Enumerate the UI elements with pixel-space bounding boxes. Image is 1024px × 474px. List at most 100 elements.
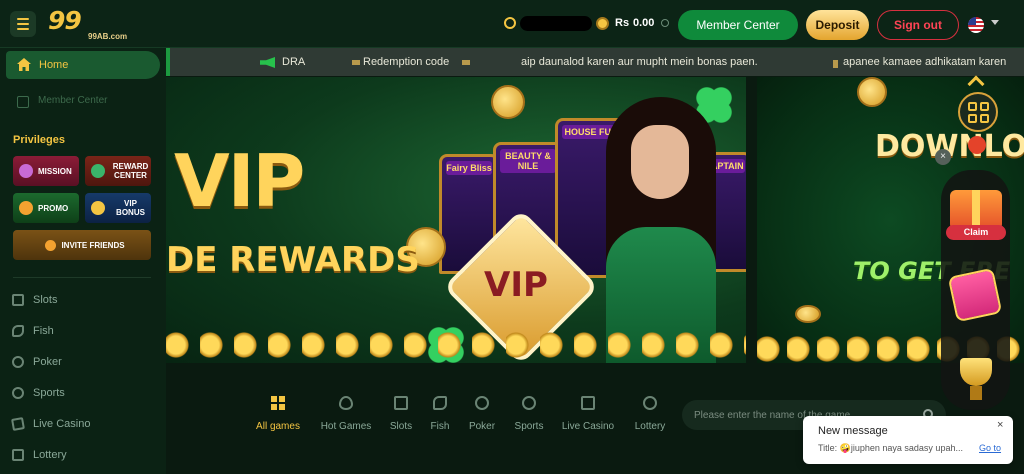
model-face (631, 125, 689, 199)
vip-rewards-banner[interactable]: Fairy Bliss BEAUTY & NILE HOUSE FUN CAPT… (166, 77, 746, 363)
sidebar-item-label: Slots (33, 294, 58, 306)
coin-icon (596, 17, 609, 30)
masked-username (520, 16, 592, 31)
coin-decoration (491, 85, 525, 119)
ticket-icon (833, 60, 838, 68)
lottery-icon (643, 396, 657, 410)
user-icon[interactable] (504, 17, 516, 29)
sidebar-item-label: Sports (33, 387, 65, 399)
site-logo[interactable]: 99 99AB.com (48, 6, 138, 44)
banner-title: VIP (174, 139, 305, 223)
toast-go-to-link[interactable]: Go to (979, 443, 1001, 453)
close-icon[interactable]: × (997, 419, 1003, 431)
member-center-button[interactable]: Member Center (678, 10, 798, 40)
game-category-tabs: All games Hot Games Slots Fish Poker Spo… (250, 392, 680, 442)
poker-chip-icon (12, 356, 24, 368)
us-flag-icon[interactable] (968, 17, 984, 33)
poker-chip-icon (475, 396, 489, 410)
ticker-item: aip daunalod karen aur mupht mein bonas … (521, 56, 758, 68)
soccer-ball-icon (12, 387, 24, 399)
ticket-icon (352, 60, 360, 65)
vip-badge-text: VIP (484, 265, 548, 305)
speaker-icon (260, 57, 275, 68)
promo-button[interactable]: PROMO (13, 193, 79, 223)
mission-label: MISSION (38, 166, 72, 176)
announcement-ticker[interactable]: DRA Redemption code aip daunalod karen a… (166, 48, 1024, 76)
ticket-icon (462, 60, 470, 65)
sidebar-item-lottery[interactable]: Lottery (12, 447, 152, 465)
home-icon (17, 58, 31, 71)
sidebar-item-slots[interactable]: Slots (12, 292, 152, 310)
mission-button[interactable]: MISSION (13, 156, 79, 186)
tab-slots[interactable]: Slots (386, 392, 416, 436)
privileges-heading: Privileges (13, 134, 65, 146)
tab-all-games[interactable]: All games (250, 392, 306, 436)
chevron-down-icon[interactable] (968, 136, 986, 154)
tab-lottery[interactable]: Lottery (628, 392, 672, 436)
sidebar-item-sports[interactable]: Sports (12, 385, 152, 403)
tab-hot-games[interactable]: Hot Games (316, 392, 376, 436)
tab-label: Slots (389, 421, 413, 432)
mission-icon (19, 164, 33, 178)
vip-bonus-label: VIP BONUS (116, 199, 145, 217)
sidebar-item-label: Poker (33, 356, 62, 368)
ticker-accent (166, 48, 170, 76)
ticker-item: DRA (282, 56, 306, 68)
close-icon[interactable]: × (935, 149, 951, 165)
reward-box-icon (91, 164, 105, 178)
reward-center-button[interactable]: REWARD CENTER (85, 156, 151, 186)
lucky-card-icon[interactable] (947, 267, 1003, 323)
sidebar-item-poker[interactable]: Poker (12, 354, 152, 372)
member-icon (17, 96, 29, 108)
coin-decoration (857, 77, 887, 107)
sidebar-item-fish[interactable]: Fish (12, 323, 152, 341)
sign-out-button[interactable]: Sign out (877, 10, 959, 40)
top-header: 99 99AB.com Rs 0.00 Member Center Deposi… (0, 0, 1024, 48)
banner-subtitle: DE REWARDS (166, 240, 420, 280)
vip-bonus-button[interactable]: VIP BONUS (85, 193, 151, 223)
toast-title: New message (818, 425, 888, 437)
new-message-toast[interactable]: New message Title: 🤪jiuphen naya sadasy … (803, 416, 1013, 464)
tab-live-casino[interactable]: Live Casino (558, 392, 618, 436)
fish-icon (433, 396, 447, 410)
refresh-balance-icon[interactable] (661, 19, 669, 27)
balance-amount: 0.00 (633, 17, 655, 29)
sidebar-item-member-center[interactable]: Member Center (17, 95, 147, 109)
grid-icon (271, 396, 285, 410)
hamburger-menu-icon[interactable] (10, 11, 36, 37)
sidebar-item-label: Fish (33, 325, 54, 337)
slot-machine-label: Fairy Bliss (446, 161, 492, 175)
sidebar-item-home[interactable]: Home (6, 51, 160, 79)
balance-currency: Rs (615, 17, 630, 29)
tab-sports[interactable]: Sports (510, 392, 548, 436)
invite-friends-button[interactable]: INVITE FRIENDS (13, 230, 151, 260)
gift-box-icon[interactable] (950, 190, 1002, 230)
tab-label: Poker (468, 421, 496, 432)
sidebar: Home Member Center Privileges MISSION RE… (0, 48, 166, 474)
ticker-item: Redemption code (363, 56, 450, 68)
sidebar-item-label: Home (39, 59, 69, 71)
apps-grid-icon[interactable] (958, 92, 998, 132)
flame-icon (339, 396, 353, 410)
sidebar-divider (13, 277, 151, 278)
tab-label: Lottery (634, 421, 666, 432)
sidebar-item-label: Live Casino (33, 418, 91, 430)
logo-domain: 99AB.com (88, 32, 128, 41)
promo-icon (19, 201, 33, 215)
sidebar-item-live-casino[interactable]: Live Casino (11, 416, 152, 434)
slots-icon (394, 396, 408, 410)
deposit-button[interactable]: Deposit (806, 10, 869, 40)
lottery-ticket-icon (12, 449, 24, 461)
sidebar-item-label: Member Center (38, 95, 108, 106)
toast-body: Title: 🤪jiuphen naya sadasy upah... (818, 443, 963, 453)
invite-friends-label: INVITE FRIENDS (61, 240, 125, 250)
tab-label: All games (256, 421, 300, 432)
ticker-item: apanee kamaee adhikatam karen (843, 56, 1007, 68)
tab-fish[interactable]: Fish (426, 392, 454, 436)
cards-icon (11, 417, 25, 431)
language-dropdown-icon[interactable] (991, 20, 999, 25)
reward-center-label: REWARD CENTER (112, 162, 149, 180)
claim-button[interactable]: Claim (946, 225, 1006, 240)
tab-poker[interactable]: Poker (464, 392, 500, 436)
tab-label: Fish (430, 421, 450, 432)
